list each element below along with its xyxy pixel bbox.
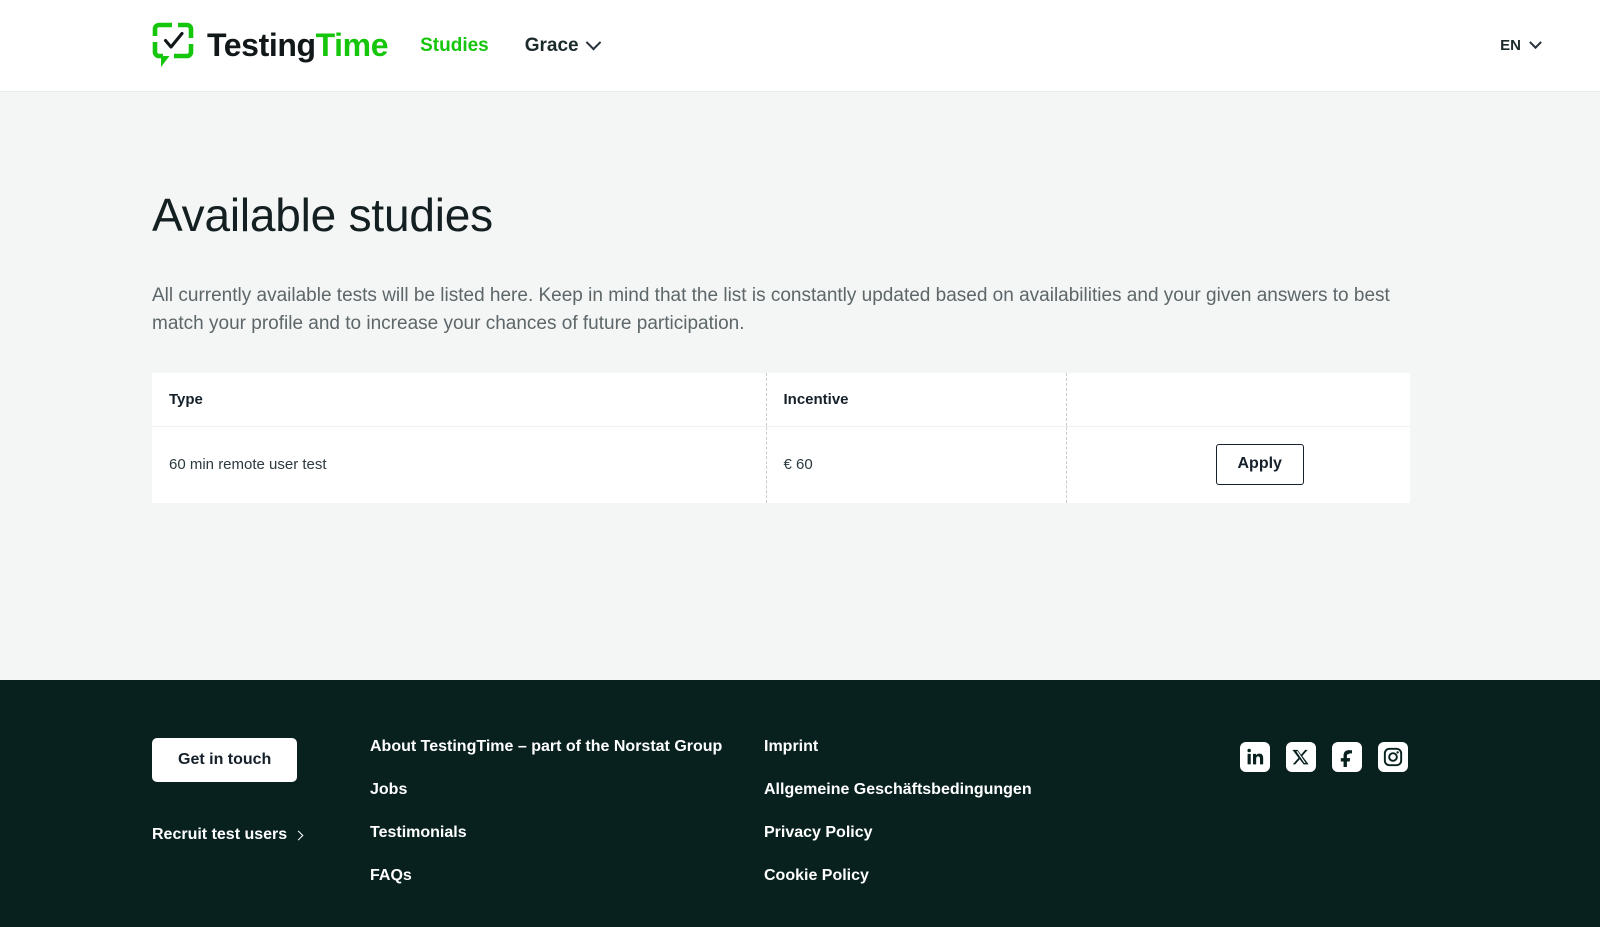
cell-incentive: € 60 xyxy=(765,425,1066,504)
main-content: Available studies All currently availabl… xyxy=(0,92,1600,680)
footer-link-about[interactable]: About TestingTime – part of the Norstat … xyxy=(370,738,764,756)
table-row: 60 min remote user test € 60 Apply xyxy=(152,425,1410,504)
table-header: Type Incentive xyxy=(152,373,1410,427)
column-header-type: Type xyxy=(152,373,766,427)
footer-link-testimonials[interactable]: Testimonials xyxy=(370,824,764,842)
speech-bubble-check-icon xyxy=(152,22,196,70)
page-intro-text: All currently available tests will be li… xyxy=(152,285,1390,334)
chevron-right-icon xyxy=(293,830,304,840)
apply-button[interactable]: Apply xyxy=(1215,444,1304,486)
footer-link-cookie-policy[interactable]: Cookie Policy xyxy=(764,867,1219,885)
nav-label-studies: Studies xyxy=(420,34,489,56)
footer-link-faqs[interactable]: FAQs xyxy=(370,867,764,885)
footer-links-column-one: About TestingTime – part of the Norstat … xyxy=(370,738,764,885)
footer-link-terms[interactable]: Allgemeine Geschäftsbedingungen xyxy=(764,781,1219,799)
footer-link-imprint[interactable]: Imprint xyxy=(764,738,1219,756)
facebook-icon[interactable] xyxy=(1332,742,1362,772)
instagram-icon[interactable] xyxy=(1378,742,1408,772)
brand-word-testing: Testing xyxy=(207,27,316,63)
nav-item-account-menu[interactable]: Grace xyxy=(524,34,601,57)
language-selector[interactable]: EN xyxy=(1500,36,1556,54)
recruit-label: Recruit test users xyxy=(152,826,288,843)
brand-word-time: Time xyxy=(315,27,389,63)
get-in-touch-button[interactable]: Get in touch xyxy=(152,738,298,782)
site-footer: Get in touch Recruit test users About Te… xyxy=(0,680,1600,927)
page-title: Available studies xyxy=(152,189,493,241)
brand-wordmark: TestingTime xyxy=(207,27,389,64)
table-body: 60 min remote user test € 60 Apply xyxy=(152,425,1410,504)
language-label: EN xyxy=(1500,37,1521,54)
site-header: TestingTime Studies Grace EN xyxy=(0,0,1600,92)
footer-links-column-two: Imprint Allgemeine Geschäftsbedingungen … xyxy=(764,738,1219,885)
recruit-test-users-link[interactable]: Recruit test users xyxy=(152,826,370,844)
main-navigation: Studies Grace xyxy=(420,34,601,57)
chevron-down-icon xyxy=(585,34,601,51)
brand-logo[interactable]: TestingTime xyxy=(152,22,389,70)
nav-item-studies[interactable]: Studies xyxy=(420,35,489,57)
nav-label-account: Grace xyxy=(524,34,579,56)
column-header-action xyxy=(1065,373,1410,427)
linkedin-icon[interactable] xyxy=(1240,742,1270,772)
available-studies-table: Type Incentive 60 min remote user test €… xyxy=(152,373,1410,504)
footer-link-jobs[interactable]: Jobs xyxy=(370,781,764,799)
x-twitter-icon[interactable] xyxy=(1286,742,1316,772)
column-header-incentive: Incentive xyxy=(765,373,1066,427)
chevron-down-icon xyxy=(1529,36,1542,50)
footer-link-privacy-policy[interactable]: Privacy Policy xyxy=(764,824,1219,842)
footer-cta-column: Get in touch Recruit test users xyxy=(152,738,370,844)
table-header-row: Type Incentive xyxy=(152,373,1410,427)
footer-social-links xyxy=(1240,738,1556,772)
cell-study-type: 60 min remote user test xyxy=(152,425,766,504)
cell-action: Apply xyxy=(1065,425,1410,504)
